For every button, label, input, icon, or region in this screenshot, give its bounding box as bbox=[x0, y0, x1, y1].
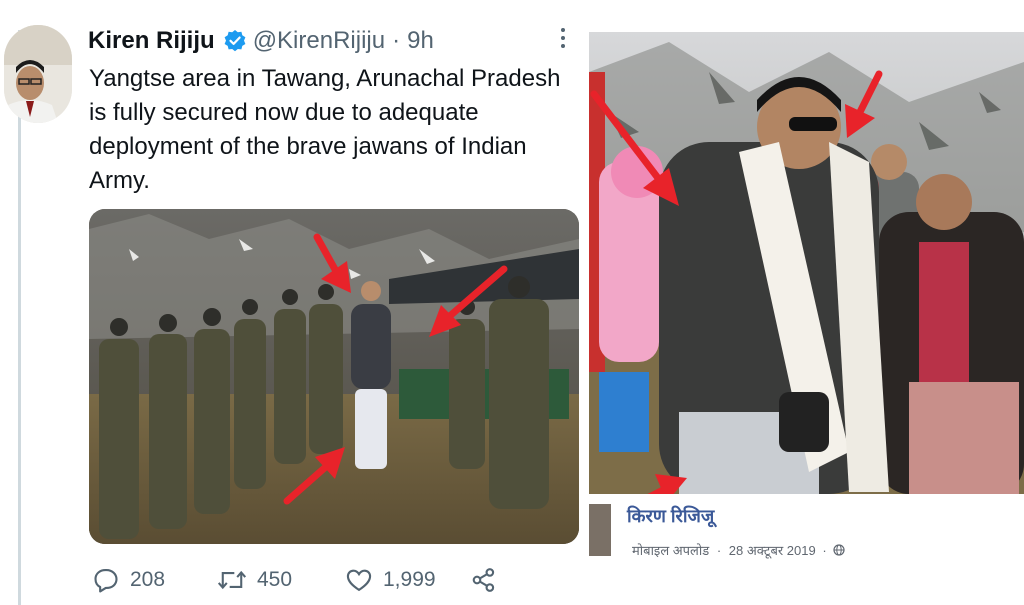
post-date[interactable]: 28 अक्टूबर 2019 bbox=[729, 543, 816, 558]
share-icon bbox=[472, 568, 495, 592]
red-arrow-annotation bbox=[283, 233, 508, 505]
tweet-text: Yangtse area in Tawang, Arunachal Prades… bbox=[89, 65, 561, 194]
like-button[interactable]: 1,999 bbox=[345, 563, 436, 597]
author-avatar[interactable] bbox=[4, 25, 72, 123]
author-name[interactable]: Kiren Rijiju bbox=[88, 27, 215, 55]
reply-button[interactable]: 208 bbox=[92, 563, 165, 597]
facebook-author-name[interactable]: किरण रिजिजू bbox=[627, 504, 714, 528]
globe-icon bbox=[833, 544, 845, 556]
reply-count: 208 bbox=[130, 568, 166, 591]
meta-separator-2: · bbox=[822, 543, 827, 558]
tweet-actions: 208 450 1,999 bbox=[92, 563, 512, 597]
meta-separator: · bbox=[716, 543, 722, 558]
tweet-time[interactable]: 9h bbox=[407, 27, 434, 55]
retweet-count: 450 bbox=[257, 568, 293, 591]
facebook-author-avatar[interactable] bbox=[589, 504, 611, 556]
header-separator: · bbox=[392, 27, 401, 54]
retweet-button[interactable]: 450 bbox=[217, 563, 292, 597]
share-button[interactable] bbox=[470, 563, 508, 597]
retweet-icon bbox=[217, 570, 247, 590]
author-handle[interactable]: @KirenRijiju bbox=[253, 27, 385, 55]
like-icon bbox=[346, 569, 372, 592]
verified-badge-icon bbox=[223, 29, 247, 53]
like-count: 1,999 bbox=[383, 568, 436, 591]
reply-icon bbox=[94, 569, 118, 593]
upload-type: मोबाइल अपलोड bbox=[632, 543, 710, 558]
tweet-header: Kiren Rijiju @KirenRijiju · 9h bbox=[88, 24, 434, 58]
facebook-post-meta: मोबाइल अपलोड · 28 अक्टूबर 2019 · bbox=[632, 541, 845, 559]
more-options-icon[interactable] bbox=[556, 24, 570, 52]
